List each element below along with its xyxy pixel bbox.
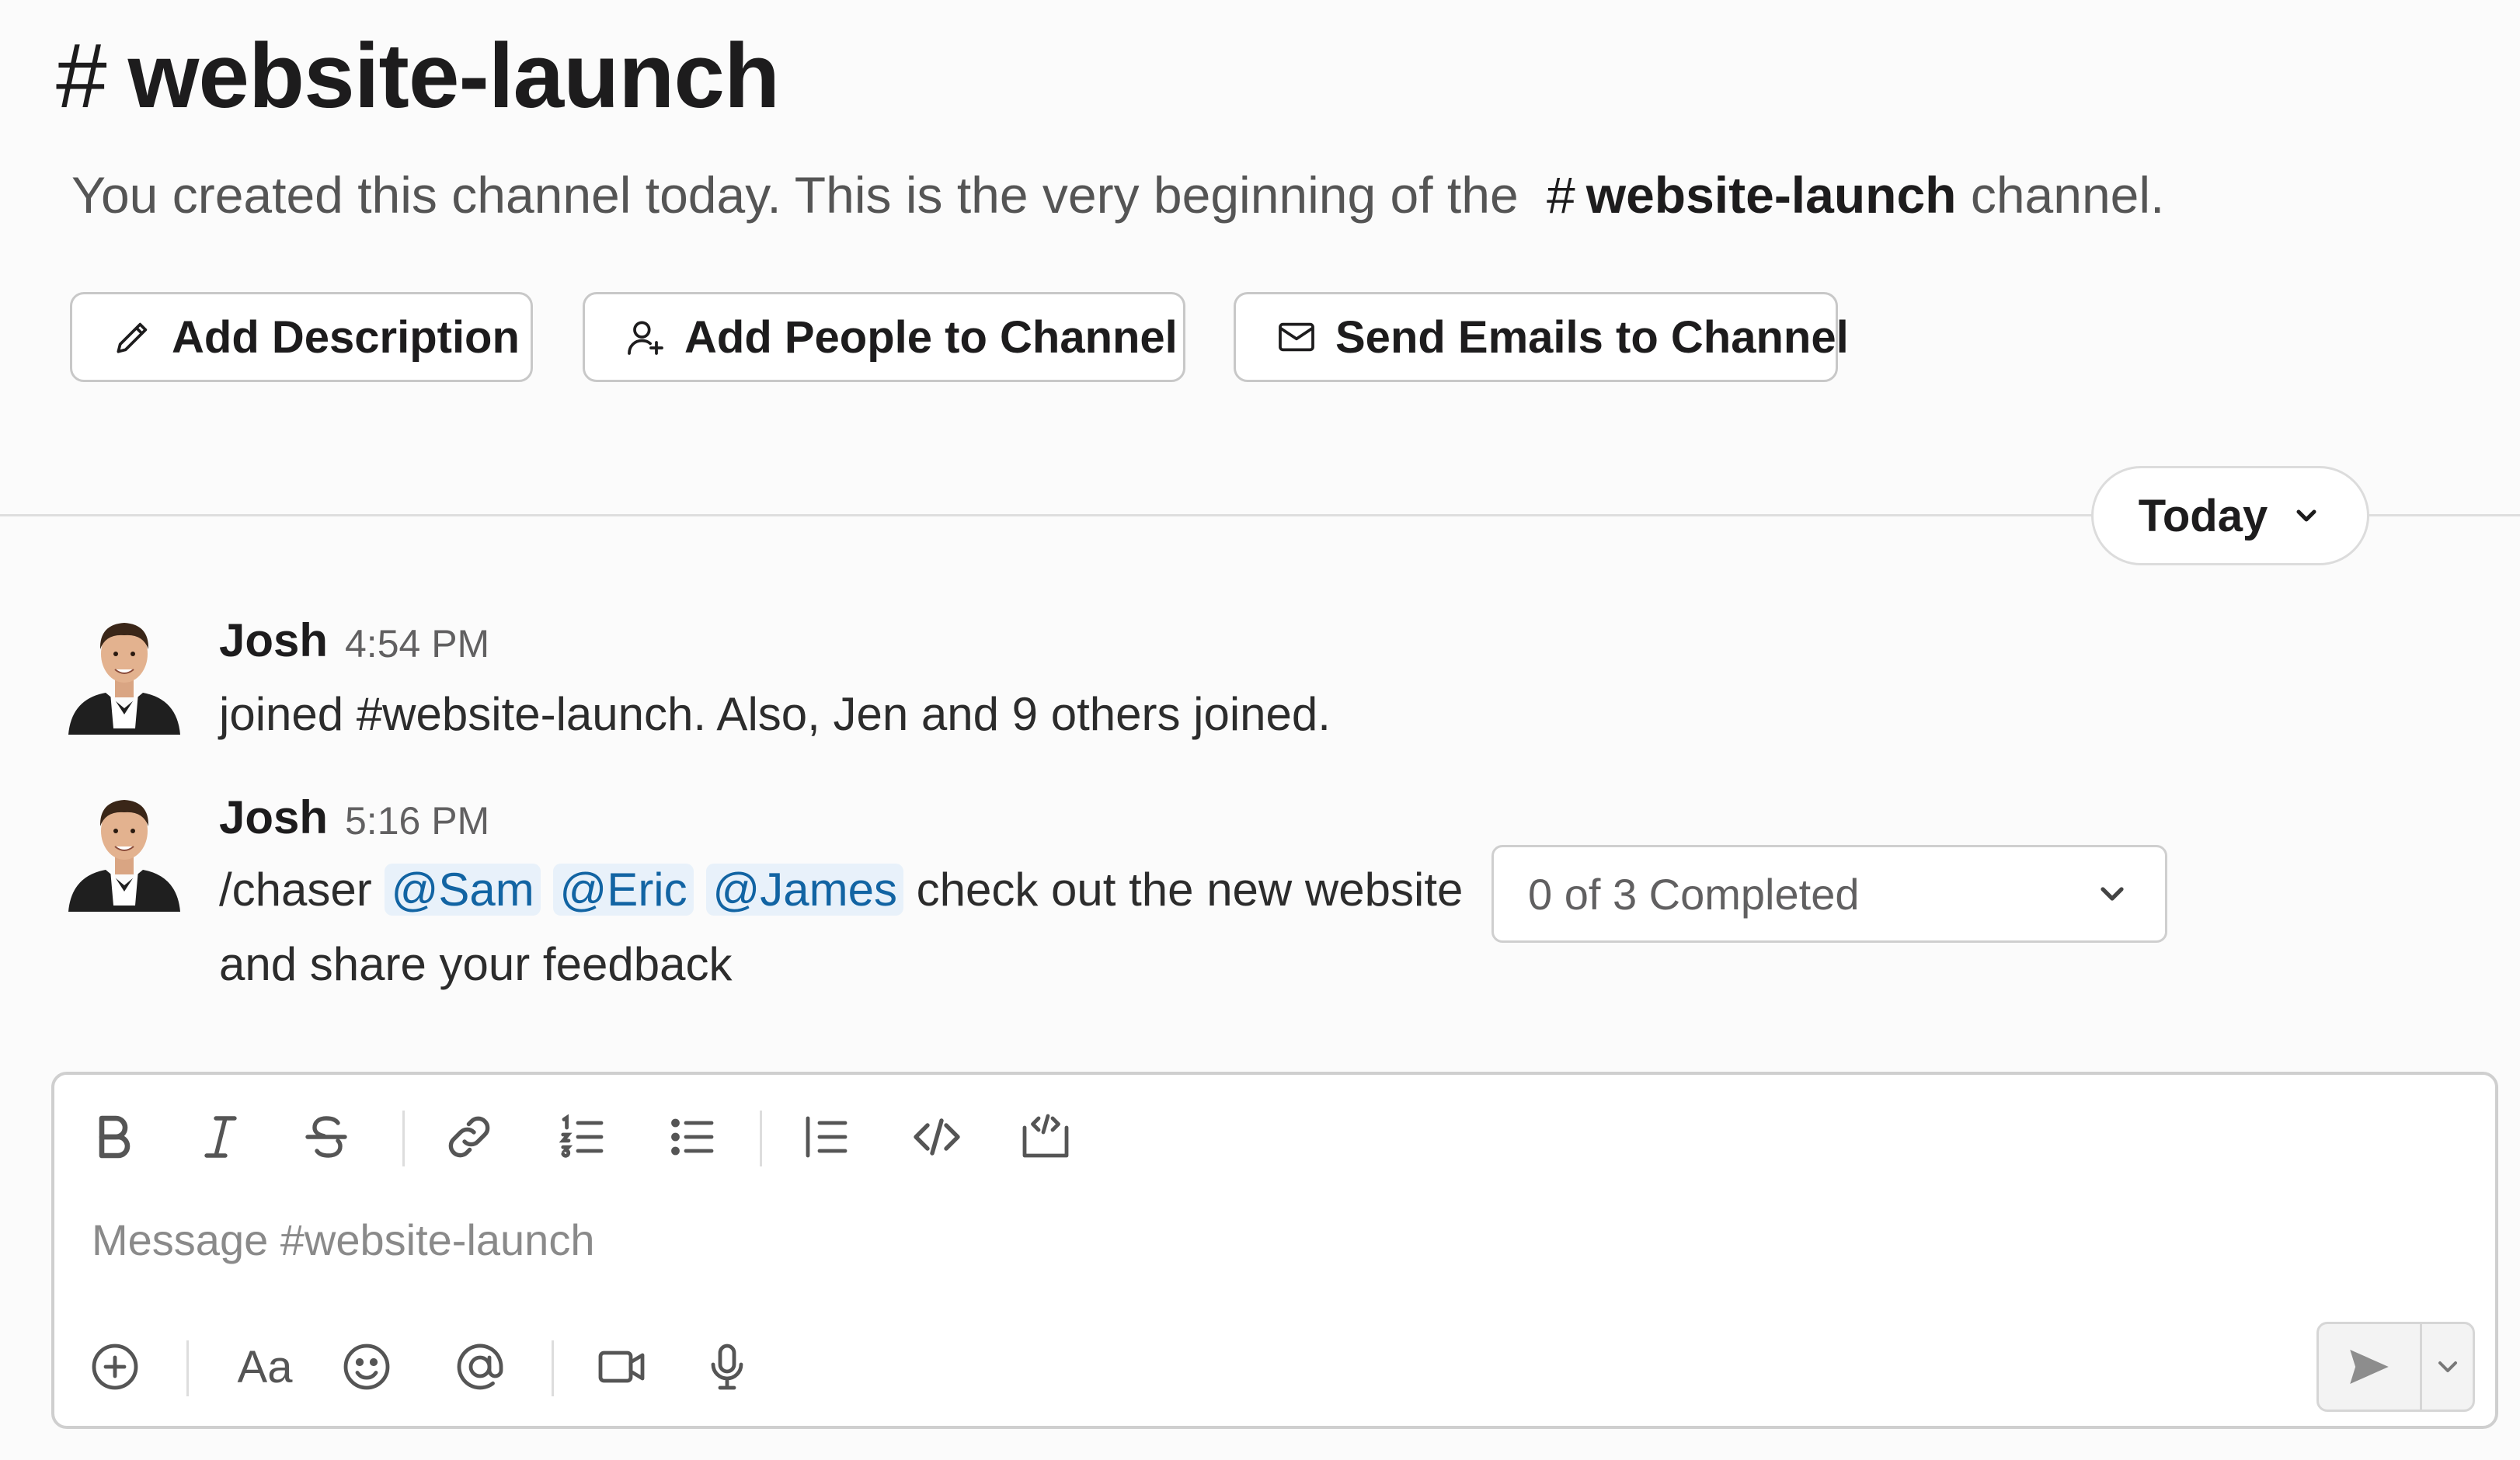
code-block-icon[interactable]	[1018, 1109, 1074, 1165]
add-people-button[interactable]: Add People to Channel	[583, 292, 1185, 382]
message-timestamp[interactable]: 5:16 PM	[345, 794, 489, 848]
add-person-icon	[628, 321, 663, 355]
pencil-icon	[117, 322, 148, 353]
email-icon	[1279, 322, 1314, 352]
intro-text-end: channel.	[1970, 166, 2165, 224]
video-icon[interactable]	[593, 1339, 649, 1395]
chevron-down-icon	[2101, 887, 2124, 901]
message-timestamp[interactable]: 4:54 PM	[345, 617, 489, 671]
link-icon[interactable]	[441, 1109, 497, 1165]
mention-james[interactable]: @James	[706, 864, 903, 916]
send-button-group	[2316, 1322, 2475, 1412]
completion-status-dropdown[interactable]: 0 of 3 Completed	[1491, 845, 2167, 943]
intro-text: You created this channel today. This is …	[71, 166, 1519, 224]
blockquote-icon[interactable]	[799, 1109, 855, 1165]
channel-name: website-launch	[127, 25, 780, 127]
channel-intro: You created this channel today. This is …	[71, 160, 2164, 230]
toolbar-separator	[402, 1111, 405, 1166]
mention-icon[interactable]	[452, 1339, 508, 1395]
date-label: Today	[2138, 490, 2268, 541]
plus-icon[interactable]	[87, 1339, 143, 1395]
send-icon	[2350, 1350, 2389, 1384]
chevron-down-icon	[2296, 509, 2316, 522]
message-text-line2: and share your feedback	[219, 938, 733, 990]
toolbar-separator	[552, 1340, 554, 1396]
message-composer: Message #website-launch Aa	[51, 1072, 2498, 1429]
toolbar-separator	[760, 1111, 762, 1166]
avatar[interactable]	[68, 789, 180, 912]
strikethrough-icon[interactable]	[298, 1109, 354, 1165]
message-input[interactable]: Message #website-launch	[92, 1215, 594, 1265]
channel-title: # website-launch	[56, 22, 780, 130]
send-button[interactable]	[2319, 1324, 2422, 1410]
message-author[interactable]: Josh	[219, 791, 328, 845]
channel-hash-icon: #	[56, 25, 107, 127]
code-icon[interactable]	[909, 1109, 965, 1165]
formatting-icon[interactable]: Aa	[222, 1339, 308, 1395]
message-text: joined #website-launch. Also, Jen and 9 …	[219, 688, 1331, 740]
slash-command: /chaser	[219, 864, 372, 916]
send-emails-button[interactable]: Send Emails to Channel	[1234, 292, 1849, 382]
ordered-list-icon[interactable]	[555, 1109, 611, 1165]
mention-eric[interactable]: @Eric	[553, 864, 694, 916]
message-body: check out the new website	[916, 864, 1464, 916]
schedule-send-button[interactable]	[2422, 1351, 2473, 1382]
microphone-icon[interactable]	[699, 1339, 755, 1395]
message-text-line1: /chaser @Sam @Eric @James check out the …	[219, 859, 1463, 921]
toolbar-separator	[186, 1340, 189, 1396]
completion-status-label: 0 of 3 Completed	[1528, 869, 1860, 919]
intro-channel-link[interactable]: # website-launch	[1533, 166, 1956, 224]
message-author[interactable]: Josh	[219, 614, 328, 668]
emoji-icon[interactable]	[339, 1339, 395, 1395]
date-jump-button[interactable]: Today	[2091, 466, 2369, 565]
bulleted-list-icon[interactable]	[665, 1109, 721, 1165]
avatar[interactable]	[68, 612, 180, 735]
italic-icon[interactable]	[193, 1109, 249, 1165]
bold-icon[interactable]	[85, 1109, 141, 1165]
mention-sam[interactable]: @Sam	[385, 864, 541, 916]
chevron-down-icon	[2438, 1361, 2457, 1372]
add-description-button[interactable]: Add Description	[70, 292, 533, 382]
